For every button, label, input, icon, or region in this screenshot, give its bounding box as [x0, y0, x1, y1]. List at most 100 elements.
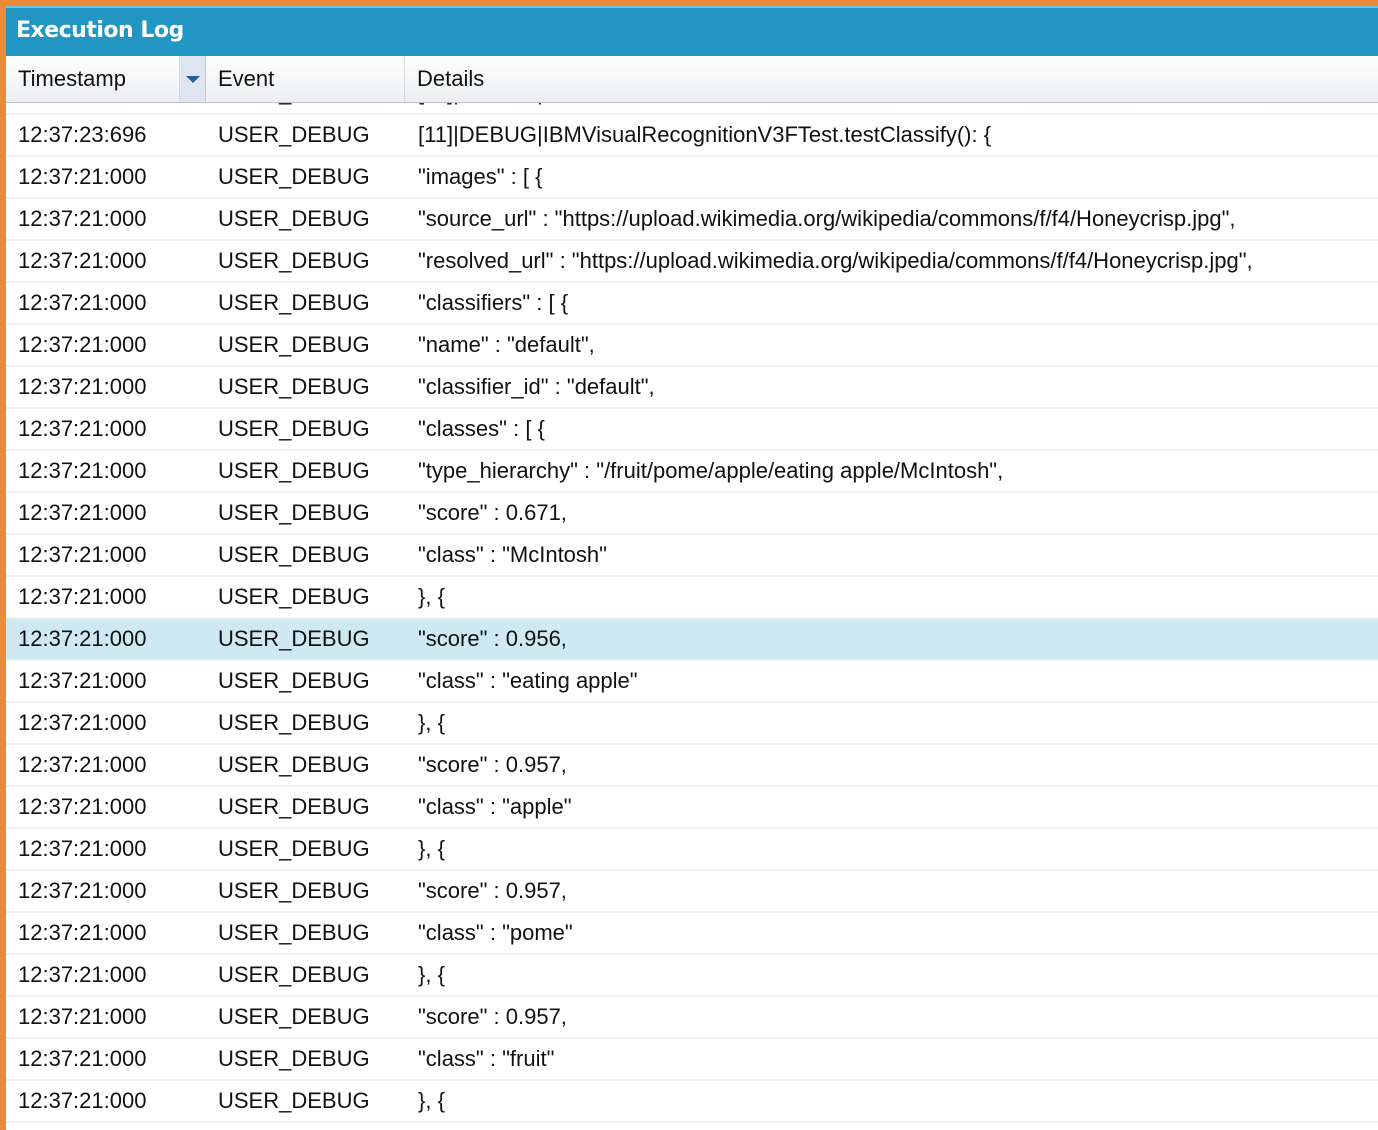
details-cell: "class" : "fruit" [418, 1046, 555, 1071]
event-cell: USER_DEBUG [218, 290, 370, 315]
timestamp-cell: 12:37:21:000 [18, 584, 147, 609]
timestamp-cell: 12:37:21:000 [18, 752, 147, 777]
table-row[interactable]: 12:37:21:000 USER_DEBUG "score" : 0.671, [6, 493, 1378, 535]
table-header: Timestamp Event Details [6, 56, 1378, 103]
event-cell: USER_DEBUG [218, 584, 370, 609]
event-cell: USER_DEBUG [218, 164, 370, 189]
details-cell: "class" : "pome" [418, 920, 573, 945]
details-cell: "source_url" : "https://upload.wikimedia… [418, 206, 1236, 231]
event-cell: USER_DEBUG [218, 500, 370, 525]
details-cell: "classifiers" : [ { [418, 290, 569, 315]
table-row[interactable]: 12:37:21:000 USER_DEBUG "class" : "fruit" [6, 1039, 1378, 1081]
table-row[interactable]: 12:37:21:000 USER_DEBUG }, { [6, 955, 1378, 997]
table-row[interactable]: USER_DEBUG [11]|DEBUG| [6, 103, 1378, 115]
table-row[interactable]: 12:37:23:696 USER_DEBUG [11]|DEBUG|IBMVisu… [6, 115, 1378, 157]
details-cell: "classifier_id" : "default", [418, 374, 655, 399]
table-row[interactable]: 12:37:21:000 USER_DEBUG "source_url" : "ht… [6, 199, 1378, 241]
table-row[interactable]: 12:37:21:000 USER_DEBUG "classifier_id" : … [6, 367, 1378, 409]
event-cell: USER_DEBUG [218, 878, 370, 903]
timestamp-cell: 12:37:21:000 [18, 1046, 147, 1071]
timestamp-cell: 12:37:23:696 [18, 122, 147, 147]
table-row[interactable]: 12:37:21:000 USER_DEBUG "resolved_url" : "… [6, 241, 1378, 283]
details-cell: }, { [418, 962, 445, 987]
event-cell: USER_DEBUG [218, 668, 370, 693]
timestamp-cell: 12:37:21:000 [18, 836, 147, 861]
log-table-body[interactable]: USER_DEBUG [11]|DEBUG| 12:37:23:696 USER_… [6, 103, 1378, 1130]
table-row[interactable]: 12:37:21:000 USER_DEBUG }, { [6, 1081, 1378, 1123]
panel-title: Execution Log [16, 18, 184, 43]
event-cell: USER_DEBUG [218, 752, 370, 777]
column-header-timestamp[interactable]: Timestamp [6, 56, 180, 102]
details-cell: "score" : 0.957, [418, 1004, 567, 1029]
details-cell: }, { [418, 584, 445, 609]
event-cell: USER_DEBUG [218, 794, 370, 819]
event-cell: USER_DEBUG [218, 626, 370, 651]
details-cell: "class" : "apple" [418, 794, 572, 819]
table-row[interactable]: 12:37:21:000 USER_DEBUG}, { [6, 829, 1378, 871]
details-cell: "name" : "default", [418, 332, 595, 357]
details-cell: [11]|DEBUG|IBMVisualRecognitionV3FTest.t… [418, 122, 992, 147]
timestamp-cell: 12:37:21:000 [18, 290, 147, 315]
table-row[interactable]: 12:37:21:000 USER_DEBUG }, { [6, 577, 1378, 619]
column-header-details[interactable]: Details [405, 56, 1378, 102]
event-cell: USER_DEBUG [218, 1046, 370, 1071]
table-row[interactable]: 12:37:21:000 USER_DEBUG "class" : "apple" [6, 787, 1378, 829]
event-cell: USER_DEBUG [218, 374, 370, 399]
details-cell: "classes" : [ { [418, 416, 545, 441]
timestamp-cell: 12:37:21:000 [18, 1004, 147, 1029]
event-cell: USER_DEBUG [218, 103, 370, 113]
table-row[interactable]: 12:37:21:000 USER_DEBUG "score" : 0.957, [6, 997, 1378, 1039]
event-cell: USER_DEBUG [218, 122, 370, 147]
event-cell: USER_DEBUG [218, 248, 370, 273]
timestamp-cell: 12:37:21:000 [18, 920, 147, 945]
table-row[interactable]: 12:37:21:000 USER_DEBUG "images" : [ { [6, 157, 1378, 199]
timestamp-cell: 12:37:21:000 [18, 1088, 147, 1113]
event-cell: USER_DEBUG [218, 332, 370, 357]
details-cell: }, { [418, 1088, 445, 1113]
timestamp-cell: 12:37:21:000 [18, 668, 147, 693]
details-cell: "score" : 0.671, [418, 500, 567, 525]
table-row[interactable]: 12:37:21:000 USER_DEBUG "score" : 0.956, [6, 619, 1378, 661]
timestamp-cell: 12:37:21:000 [18, 542, 147, 567]
details-cell: "images" : [ { [418, 164, 543, 189]
column-menu-button[interactable] [180, 56, 206, 102]
event-cell: USER_DEBUG [218, 1004, 370, 1029]
timestamp-cell: 12:37:21:000 [18, 206, 147, 231]
timestamp-cell: 12:37:21:000 [18, 374, 147, 399]
execution-log-panel: Execution Log Timestamp Event Details US… [0, 0, 1378, 1130]
timestamp-cell: 12:37:21:000 [18, 164, 147, 189]
table-row[interactable]: 12:37:21:000 USER_DEBUG "score" : 0.957, [6, 745, 1378, 787]
details-cell: "type_hierarchy" : "/fruit/pome/apple/ea… [418, 458, 1004, 483]
event-cell: USER_DEBUG [218, 1088, 370, 1113]
event-cell: USER_DEBUG [218, 416, 370, 441]
event-cell: USER_DEBUG [218, 542, 370, 567]
timestamp-cell: 12:37:21:000 [18, 962, 147, 987]
table-row[interactable]: 12:37:21:000 USER_DEBUG "classes" : [ { [6, 409, 1378, 451]
table-row[interactable]: 12:37:21:000 USER_DEBUG "class" : "eating … [6, 661, 1378, 703]
details-cell: "score" : 0.957, [418, 752, 567, 777]
timestamp-cell: 12:37:21:000 [18, 710, 147, 735]
table-row[interactable]: 12:37:21:000 USER_DEBUG "score" : 0.957, [6, 871, 1378, 913]
panel-titlebar: Execution Log [6, 6, 1378, 56]
details-cell: }, { [418, 710, 445, 735]
event-cell: USER_DEBUG [218, 206, 370, 231]
chevron-down-icon [186, 76, 200, 83]
table-row[interactable]: 12:37:21:000 USER_DEBUG }, { [6, 703, 1378, 745]
table-row[interactable]: 12:37:21:000 USER_DEBUG "classifiers" : [ … [6, 283, 1378, 325]
details-cell: "score" : 0.956, [418, 626, 567, 651]
timestamp-cell: 12:37:21:000 [18, 248, 147, 273]
event-cell: USER_DEBUG [218, 458, 370, 483]
details-cell: "class" : "eating apple" [418, 668, 638, 693]
timestamp-cell: 12:37:21:000 [18, 626, 147, 651]
table-row[interactable]: 12:37:21:000 USER_DEBUG "name" : "default"… [6, 325, 1378, 367]
details-cell: }, { [418, 836, 445, 861]
column-header-event[interactable]: Event [206, 56, 405, 102]
event-cell: USER_DEBUG [218, 710, 370, 735]
table-row[interactable]: 12:37:21:000 USER_DEBUG "type_hierarchy" :… [6, 451, 1378, 493]
timestamp-cell: 12:37:21:000 [18, 332, 147, 357]
table-row[interactable]: 12:37:21:000 USER_DEBUG "class" : "pome" [6, 913, 1378, 955]
table-row[interactable]: 12:37:21:000 USER_DEBUG "class" : "McIntos… [6, 535, 1378, 577]
timestamp-cell: 12:37:21:000 [18, 878, 147, 903]
event-cell: USER_DEBUG [218, 962, 370, 987]
timestamp-cell: 12:37:21:000 [18, 794, 147, 819]
